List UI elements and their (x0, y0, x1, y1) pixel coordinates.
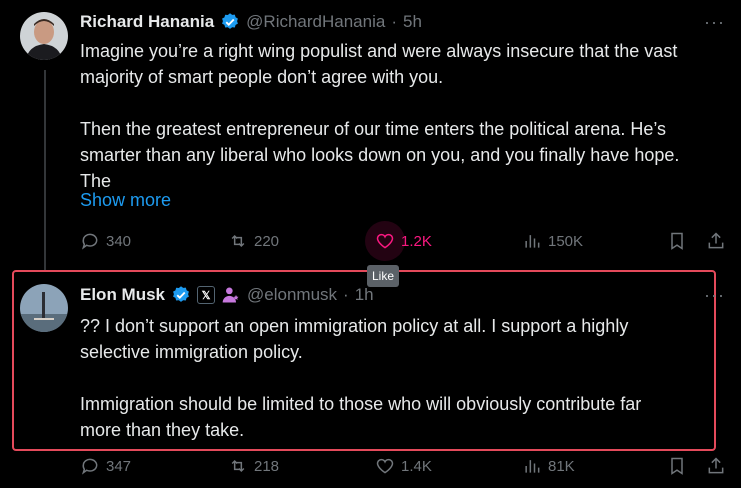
timestamp[interactable]: 1h (355, 285, 374, 305)
tweet2-text: ?? I don’t support an open immigration p… (80, 313, 710, 443)
like-icon (376, 458, 394, 474)
repost-count: 218 (254, 457, 280, 475)
views-icon (525, 235, 540, 248)
share-icon[interactable] (706, 456, 726, 476)
repost-button[interactable]: 220 (228, 231, 279, 251)
views-count: 81K (548, 457, 575, 475)
reply-count: 347 (106, 457, 132, 475)
like-tooltip: Like (367, 265, 400, 287)
views-icon (525, 460, 540, 473)
views-count: 150K (548, 232, 584, 250)
tweet-line: smarter than any liberal who looks down … (80, 145, 680, 165)
verified-icon (173, 286, 189, 302)
repost-icon (231, 234, 245, 248)
timestamp[interactable]: 5h (403, 12, 422, 32)
tweet-line: more than they take. (80, 420, 245, 440)
author-handle[interactable]: @elonmusk (247, 285, 337, 305)
reply-icon (81, 233, 98, 250)
reply-icon (81, 458, 98, 475)
reply-button[interactable]: 340 (80, 231, 131, 251)
reply-count: 340 (106, 232, 132, 250)
bookmark-icon[interactable] (667, 456, 687, 476)
author-handle[interactable]: @RichardHanania (246, 12, 385, 32)
tweet-line: selective immigration policy. (80, 342, 303, 362)
tweet-line: Immigration should be limited to those w… (80, 394, 642, 414)
avatar-elon-musk[interactable] (20, 284, 68, 332)
like-button[interactable]: 1.2K (375, 231, 432, 251)
tweet-line: The (80, 171, 112, 191)
verified-icon (222, 13, 239, 29)
author-name[interactable]: Richard Hanania (80, 12, 214, 32)
more-icon[interactable]: ··· (704, 12, 725, 33)
tweet1-text: Imagine you’re a right wing populist and… (80, 38, 730, 194)
show-more-link[interactable]: Show more (80, 190, 171, 211)
reply-button[interactable]: 347 (80, 456, 131, 476)
more-icon[interactable]: ··· (704, 285, 725, 306)
thread-connector-line (44, 70, 46, 270)
views-button[interactable]: 150K (522, 231, 583, 251)
like-count: 1.4K (401, 457, 432, 475)
like-button[interactable]: 1.4K (375, 456, 432, 476)
avatar-richard-hanania[interactable] (20, 12, 68, 60)
tweet-line: ?? I don’t support an open immigration p… (80, 316, 629, 336)
repost-icon (231, 459, 245, 473)
separator-dot: · (343, 285, 349, 304)
affiliate-person-icon[interactable] (221, 285, 241, 305)
tweet-line: Then the greatest entrepreneur of our ti… (80, 119, 667, 139)
tweet2-header: Elon Musk 𝕏 @elonmusk · 1h (80, 285, 374, 305)
like-count: 1.2K (401, 232, 432, 250)
repost-count: 220 (254, 232, 280, 250)
like-icon (376, 233, 394, 249)
tweet-line: majority of smart people don’t agree wit… (80, 67, 444, 87)
tweet1-header: Richard Hanania @RichardHanania · 5h (80, 12, 422, 32)
author-name[interactable]: Elon Musk (80, 285, 165, 305)
views-button[interactable]: 81K (522, 456, 575, 476)
tweet-line: Imagine you’re a right wing populist and… (80, 41, 678, 61)
bookmark-icon[interactable] (667, 231, 687, 251)
share-icon[interactable] (706, 231, 726, 251)
repost-button[interactable]: 218 (228, 456, 279, 476)
x-affiliate-badge-icon[interactable]: 𝕏 (197, 286, 216, 304)
separator-dot: · (391, 12, 397, 31)
